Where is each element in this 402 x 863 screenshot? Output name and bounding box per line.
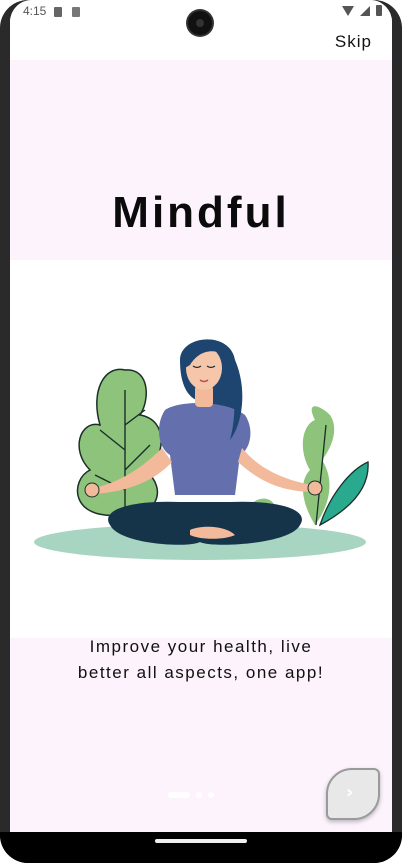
page-title: Mindful [112, 188, 290, 237]
page-dot[interactable] [196, 792, 202, 798]
subtitle-line-1: Improve your health, live [89, 637, 313, 656]
device-frame: 4:15 Skip Mindful Improve your health, l… [0, 0, 402, 863]
page-dot-active[interactable] [168, 792, 190, 798]
system-icons [342, 5, 382, 16]
skip-button[interactable]: Skip [335, 32, 372, 52]
chevron-right-icon: › [346, 782, 354, 803]
sim-icon [54, 7, 62, 17]
right-hand [307, 480, 323, 496]
front-camera [188, 11, 212, 35]
system-nav-bar [0, 832, 402, 863]
wifi-icon [342, 5, 354, 16]
status-time: 4:15 [23, 4, 47, 18]
home-gesture-pill[interactable] [155, 839, 247, 843]
right-arm [238, 448, 315, 492]
page-indicator [168, 792, 214, 798]
app-screen: 4:15 Skip Mindful Improve your health, l… [10, 0, 392, 832]
cell-signal-icon [360, 5, 370, 16]
subtitle-line-2: better all aspects, one app! [77, 663, 325, 682]
notification-icon [72, 7, 80, 17]
battery-icon [376, 5, 382, 16]
page-dot[interactable] [208, 792, 214, 798]
next-button[interactable]: › [326, 768, 380, 820]
left-hand [84, 482, 100, 498]
meditation-illustration [34, 339, 369, 560]
onboarding-subtitle: Improve your health, live better all asp… [40, 634, 362, 686]
